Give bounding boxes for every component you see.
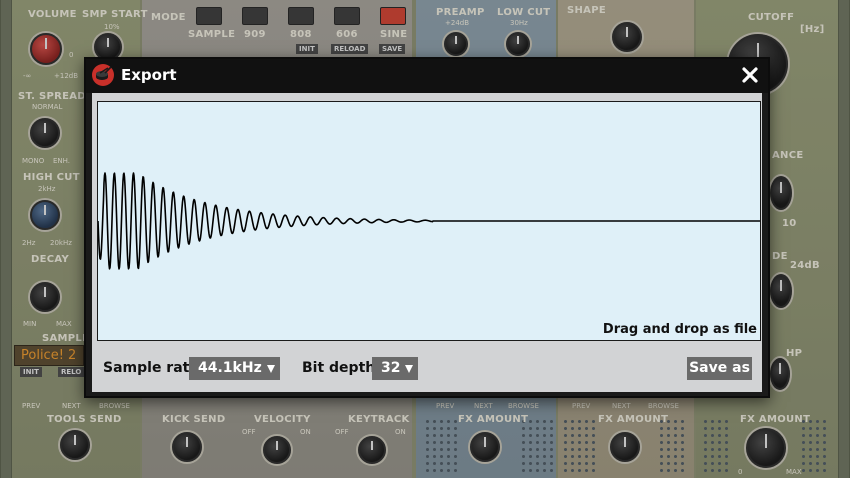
waveform-drag-area[interactable]: Drag and drop as file [97, 101, 761, 341]
waveform-graph [98, 172, 760, 270]
sample-rate-value: 44.1kHz [198, 360, 262, 376]
dialog-titlebar: Export [86, 59, 768, 93]
waveform-line [98, 172, 760, 270]
bit-depth-label: Bit depth [302, 360, 376, 376]
chevron-down-icon [405, 365, 413, 373]
bit-depth-select[interactable]: 32 [372, 357, 418, 380]
close-icon[interactable] [740, 65, 760, 85]
dialog-content: Drag and drop as file Sample rate 44.1kH… [92, 93, 762, 392]
bit-depth-value: 32 [381, 360, 401, 376]
export-dialog: Export Drag and drop as file Sample rate… [84, 57, 770, 398]
chevron-down-icon [267, 365, 275, 373]
sample-rate-select[interactable]: 44.1kHz [189, 357, 280, 380]
export-controls: Sample rate 44.1kHz Bit depth 32 Save as [92, 351, 762, 385]
sample-rate-label: Sample rate [103, 360, 199, 376]
drag-drop-hint: Drag and drop as file [602, 322, 757, 337]
drum-app-icon [92, 64, 114, 86]
save-as-button[interactable]: Save as [687, 357, 752, 380]
dialog-title: Export [121, 66, 177, 84]
